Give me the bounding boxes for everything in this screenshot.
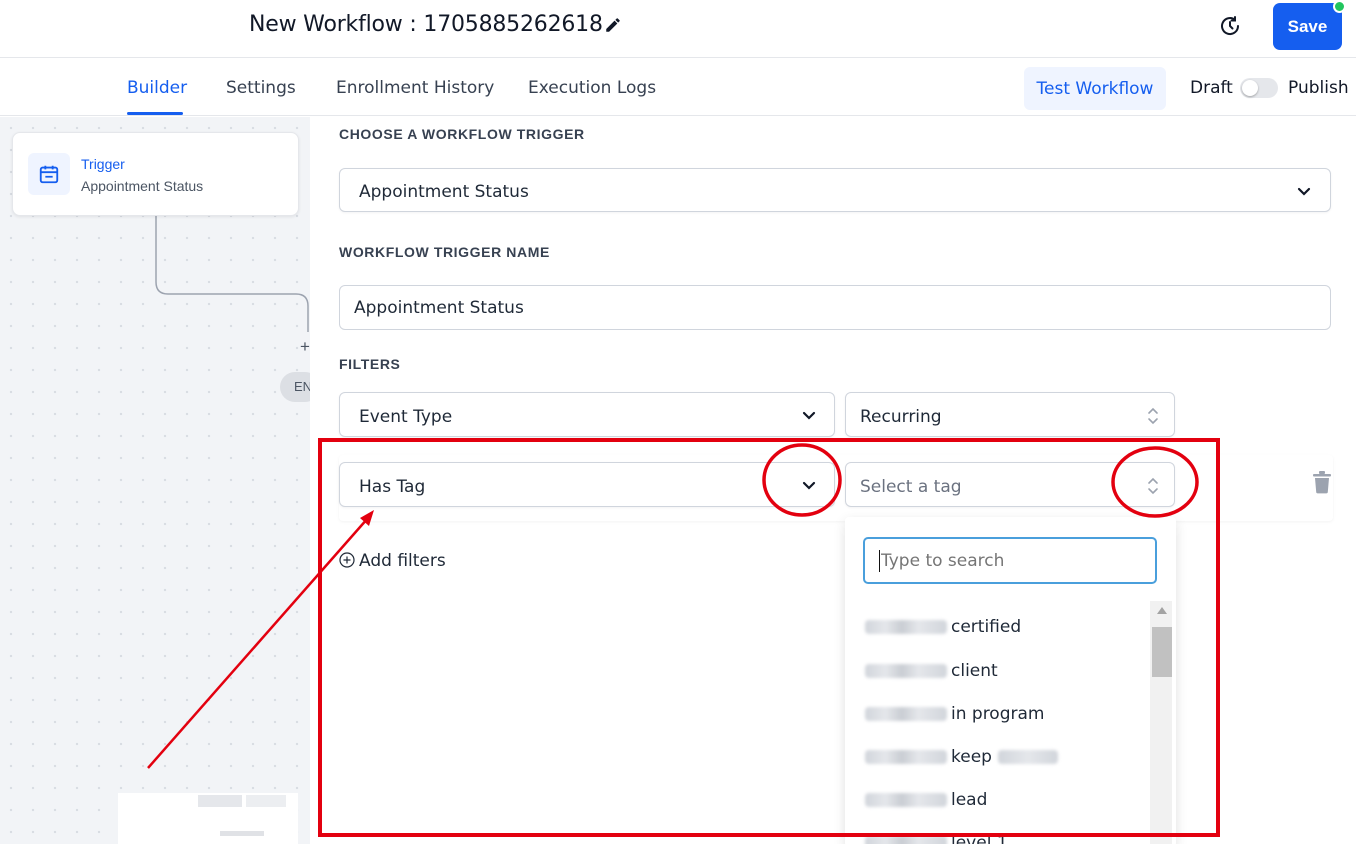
- filter-value-text: Recurring: [860, 407, 942, 427]
- tag-dropdown: certified client in program keep lead le…: [845, 517, 1176, 844]
- active-tab-indicator: [127, 112, 183, 115]
- add-step-icon[interactable]: +: [300, 337, 310, 357]
- redacted-text: [865, 793, 947, 807]
- trigger-name-value: Appointment Status: [354, 298, 524, 318]
- tag-option[interactable]: level 1: [865, 833, 1008, 844]
- redacted-text: [865, 750, 947, 764]
- workflow-header: New Workflow : 1705885262618 Save: [0, 0, 1356, 58]
- minimap-block: [198, 795, 242, 807]
- scrollbar-thumb[interactable]: [1152, 627, 1172, 677]
- end-node[interactable]: EN: [280, 372, 310, 402]
- minimap-block: [220, 831, 264, 836]
- draft-label: Draft: [1190, 78, 1233, 98]
- minimap-block: [246, 795, 286, 807]
- publish-toggle[interactable]: [1240, 78, 1278, 98]
- tag-option[interactable]: client: [865, 661, 998, 685]
- filter-field-value: Event Type: [359, 407, 453, 427]
- redacted-text: [865, 620, 947, 634]
- tag-select[interactable]: Select a tag: [845, 462, 1175, 507]
- redacted-text: [865, 707, 947, 721]
- trigger-section-label: CHOOSE A WORKFLOW TRIGGER: [339, 126, 585, 142]
- tag-option[interactable]: in program: [865, 704, 1044, 728]
- tag-option[interactable]: lead: [865, 790, 987, 814]
- filter-field-select[interactable]: Has Tag: [339, 462, 835, 507]
- history-icon[interactable]: [1218, 14, 1242, 38]
- tab-builder[interactable]: Builder: [127, 78, 187, 98]
- scroll-up-arrow-icon[interactable]: [1157, 607, 1167, 614]
- tab-bar: Builder Settings Enrollment History Exec…: [0, 58, 1356, 116]
- trash-icon[interactable]: [1312, 470, 1332, 494]
- add-filters-button[interactable]: Add filters: [339, 551, 446, 571]
- redacted-text: [865, 836, 947, 844]
- workflow-title: New Workflow : 1705885262618: [249, 12, 603, 37]
- filter-value-select[interactable]: Recurring: [845, 392, 1175, 437]
- chevron-down-icon: [802, 411, 816, 420]
- redacted-text: [865, 664, 947, 678]
- filters-label: FILTERS: [339, 356, 401, 372]
- trigger-node-title: Trigger: [81, 156, 125, 172]
- trigger-select-value: Appointment Status: [359, 182, 529, 202]
- plus-circle-icon: [339, 552, 355, 568]
- pencil-icon[interactable]: [604, 16, 622, 34]
- workflow-canvas[interactable]: Trigger Appointment Status + EN: [0, 117, 310, 844]
- trigger-name-label: WORKFLOW TRIGGER NAME: [339, 244, 550, 260]
- trigger-config-panel: CHOOSE A WORKFLOW TRIGGER Appointment St…: [310, 117, 1356, 844]
- publish-label: Publish: [1288, 78, 1349, 98]
- add-filters-label: Add filters: [359, 551, 446, 571]
- unsaved-status-dot: [1333, 0, 1346, 13]
- trigger-icon-box: [28, 153, 70, 195]
- trigger-name-input[interactable]: Appointment Status: [339, 285, 1331, 330]
- tab-enrollment-history[interactable]: Enrollment History: [336, 78, 494, 98]
- text-caret: [879, 550, 880, 572]
- tag-search-input[interactable]: [863, 537, 1157, 584]
- toggle-knob: [1242, 80, 1258, 96]
- calendar-icon: [39, 165, 59, 184]
- chevron-down-icon: [1297, 187, 1311, 196]
- redacted-text: [997, 750, 1058, 764]
- trigger-node-subtitle: Appointment Status: [81, 178, 204, 194]
- up-down-chevron-icon: [1148, 407, 1158, 425]
- up-down-chevron-icon: [1148, 477, 1158, 495]
- filter-field-select[interactable]: Event Type: [339, 392, 835, 437]
- test-workflow-button[interactable]: Test Workflow: [1024, 67, 1166, 110]
- tab-execution-logs[interactable]: Execution Logs: [528, 78, 656, 98]
- trigger-node[interactable]: Trigger Appointment Status: [12, 132, 299, 216]
- chevron-down-icon: [802, 481, 816, 490]
- tab-settings[interactable]: Settings: [226, 78, 296, 98]
- tag-option[interactable]: certified: [865, 617, 1021, 641]
- minimap: [118, 793, 298, 844]
- save-button[interactable]: Save: [1273, 3, 1342, 50]
- trigger-select[interactable]: Appointment Status: [339, 168, 1331, 212]
- tag-option[interactable]: keep: [865, 747, 1058, 771]
- tag-select-placeholder: Select a tag: [860, 477, 962, 497]
- filter-field-value: Has Tag: [359, 477, 426, 497]
